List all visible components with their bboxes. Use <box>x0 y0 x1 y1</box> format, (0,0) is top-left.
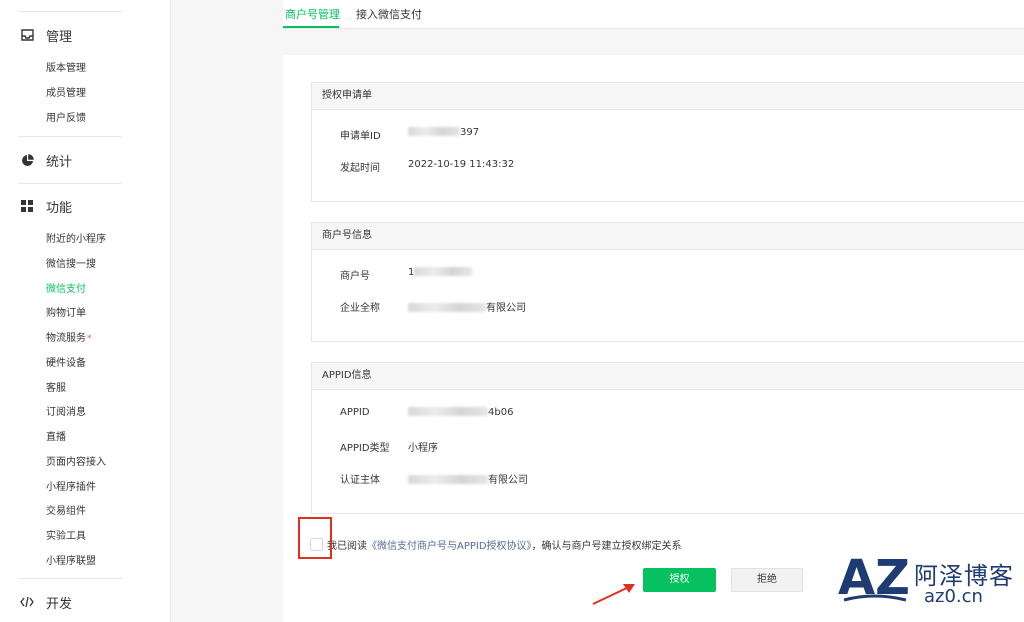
redacted-text <box>408 303 486 312</box>
card-title: 授权申请单 <box>312 83 1024 110</box>
active-tab-indicator <box>283 26 339 28</box>
sidebar-divider <box>18 136 122 137</box>
application-card: 授权申请单 申请单ID 397 发起时间 2022-10-19 11:43:32 <box>311 82 1024 202</box>
sidebar-section-label: 管理 <box>46 29 73 45</box>
row-value: 397 <box>408 127 479 138</box>
authorize-button[interactable]: 授权 <box>643 568 716 592</box>
sidebar-item-orders[interactable]: 购物订单 <box>46 307 86 321</box>
row-label: APPID <box>340 407 370 418</box>
pie-chart-icon <box>20 153 34 167</box>
agreement-text: 我已阅读《微信支付商户号与APPID授权协议》，确认与商户号建立授权绑定关系 <box>327 537 682 552</box>
agreement-link[interactable]: 《微信支付商户号与APPID授权协议》 <box>367 541 532 552</box>
highlight-box <box>298 517 332 559</box>
row-value-text: 有限公司 <box>486 303 526 314</box>
sidebar-item-trade[interactable]: 交易组件 <box>46 505 86 519</box>
sidebar-section-label: 统计 <box>46 154 73 170</box>
sidebar-item-wechat-pay[interactable]: 微信支付 <box>46 283 86 297</box>
content-gap <box>283 29 1024 55</box>
code-icon <box>20 595 34 609</box>
sidebar-item-page-content[interactable]: 页面内容接入 <box>46 456 106 470</box>
redacted-text <box>414 267 473 276</box>
sidebar-section-manage[interactable]: 管理 <box>20 24 72 46</box>
sidebar-section-features[interactable]: 功能 <box>20 195 72 217</box>
row-label: APPID类型 <box>340 443 390 454</box>
sidebar-item-members[interactable]: 成员管理 <box>46 87 86 101</box>
row-label: 发起时间 <box>340 163 380 174</box>
sidebar-item-alliance[interactable]: 小程序联盟 <box>46 555 96 569</box>
row-value: 小程序 <box>408 443 438 454</box>
row-value: 有限公司 <box>408 299 526 314</box>
sidebar-item-subscribe[interactable]: 订阅消息 <box>46 406 86 420</box>
redacted-text <box>408 407 488 416</box>
row-label: 商户号 <box>340 271 370 282</box>
watermark-domain: az0.cn <box>924 586 983 607</box>
sidebar-item-label: 物流服务 <box>46 333 86 344</box>
reject-button[interactable]: 拒绝 <box>731 568 803 592</box>
inbox-icon <box>20 28 34 42</box>
sidebar-item-lab[interactable]: 实验工具 <box>46 530 86 544</box>
sidebar-divider <box>18 11 122 12</box>
sidebar-section-label: 开发 <box>46 596 73 612</box>
card-title: 商户号信息 <box>312 223 1024 250</box>
new-badge: * <box>87 334 92 344</box>
tab-connect-wechat-pay[interactable]: 接入微信支付 <box>356 6 422 22</box>
agreement-suffix: ，确认与商户号建立授权绑定关系 <box>531 541 682 552</box>
agreement-prefix: 我已阅读 <box>327 541 367 552</box>
sidebar-item-version[interactable]: 版本管理 <box>46 62 86 76</box>
row-label: 企业全称 <box>340 303 380 314</box>
sidebar-item-search[interactable]: 微信搜一搜 <box>46 258 96 272</box>
redacted-text <box>408 127 460 136</box>
sidebar: 管理 版本管理 成员管理 用户反馈 统计 功能 附近的小程序 微信搜一搜 微信支… <box>0 0 171 622</box>
row-label: 申请单ID <box>340 131 381 142</box>
row-value-text: 4b06 <box>488 407 514 418</box>
sidebar-section-stats[interactable]: 统计 <box>20 149 72 171</box>
sidebar-section-label: 功能 <box>46 200 73 216</box>
tab-bar: 商户号管理 接入微信支付 <box>283 0 1024 29</box>
row-value-text: 有限公司 <box>488 475 528 486</box>
row-value: 4b06 <box>408 407 513 418</box>
sidebar-item-logistics[interactable]: 物流服务* <box>46 332 92 346</box>
sidebar-item-live[interactable]: 直播 <box>46 431 66 445</box>
merchant-info-card: 商户号信息 商户号 1 企业全称 有限公司 <box>311 222 1024 342</box>
row-value: 1 <box>408 267 473 278</box>
sidebar-divider <box>18 578 122 579</box>
sidebar-item-plugins[interactable]: 小程序插件 <box>46 481 96 495</box>
grid-icon <box>20 199 34 213</box>
row-value: 2022-10-19 11:43:32 <box>408 159 515 170</box>
annotation-arrow-icon <box>592 584 635 605</box>
row-label: 认证主体 <box>340 475 380 486</box>
appid-info-card: APPID信息 APPID 4b06 APPID类型 小程序 认证主体 有限公司 <box>311 362 1024 514</box>
main-panel: 商户号管理 接入微信支付 授权申请单 申请单ID 397 发起时间 2022-1… <box>283 0 1024 622</box>
sidebar-item-hardware[interactable]: 硬件设备 <box>46 357 86 371</box>
card-title: APPID信息 <box>312 363 1024 390</box>
sidebar-section-dev[interactable]: 开发 <box>20 591 72 613</box>
tab-merchant-management[interactable]: 商户号管理 <box>285 6 340 22</box>
row-value-text: 397 <box>460 127 480 138</box>
row-value: 有限公司 <box>408 471 528 486</box>
redacted-text <box>408 475 488 484</box>
sidebar-divider <box>18 183 122 184</box>
sidebar-item-service[interactable]: 客服 <box>46 382 66 396</box>
sidebar-item-feedback[interactable]: 用户反馈 <box>46 112 86 126</box>
sidebar-item-nearby[interactable]: 附近的小程序 <box>46 233 106 247</box>
